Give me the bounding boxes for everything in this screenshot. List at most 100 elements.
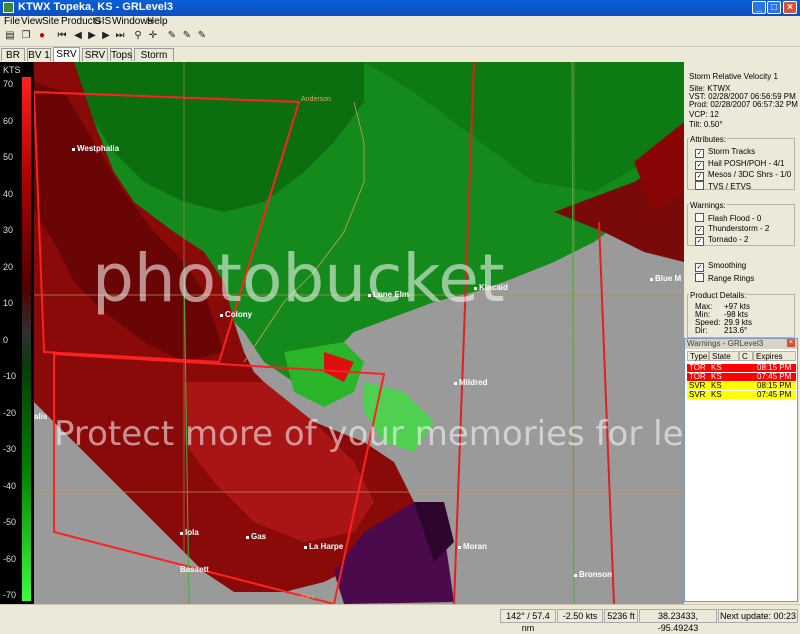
column-header[interactable]: Type bbox=[687, 351, 709, 361]
zoom-icon[interactable]: ⚲ bbox=[132, 30, 144, 42]
scale-tick-label: 70 bbox=[3, 79, 14, 89]
close-button[interactable]: × bbox=[783, 1, 797, 14]
tvs-checkbox[interactable]: TVS / ETVS bbox=[695, 181, 751, 191]
tilt-info: Tilt: 0.50° bbox=[689, 120, 723, 129]
menu-site[interactable]: Site bbox=[42, 16, 59, 27]
next-frame-icon[interactable]: ▶ bbox=[100, 30, 112, 42]
scale-tick-label: -30 bbox=[3, 444, 17, 454]
detail-key: Dir: bbox=[695, 326, 708, 335]
tool-icon[interactable]: ✎ bbox=[166, 30, 178, 42]
product-name: Storm Relative Velocity 1 bbox=[689, 72, 778, 81]
warning-row[interactable]: TOR KS 08:15 PM bbox=[687, 364, 796, 372]
warning-cell-expires: 08:15 PM bbox=[757, 363, 792, 372]
status-velocity: -2.50 kts bbox=[557, 609, 603, 623]
scale-color-bar bbox=[22, 77, 31, 601]
city-label: Gas bbox=[246, 532, 266, 541]
minimize-button[interactable]: _ bbox=[752, 1, 766, 14]
scale-tick-label: 10 bbox=[3, 298, 14, 308]
tool-icon[interactable]: ✎ bbox=[196, 30, 208, 42]
city-label: alis bbox=[34, 412, 48, 421]
storm-tracks-checkbox[interactable]: ✓ Storm Tracks bbox=[695, 147, 755, 158]
scale-tick-label: -50 bbox=[3, 517, 17, 527]
warnings-window-titlebar[interactable]: Warnings - GRLevel3 × bbox=[685, 339, 797, 349]
warning-row[interactable]: TOR KS 07:45 PM bbox=[687, 373, 796, 381]
radar-map[interactable]: Anderson Allen Westphalia Colony Lone El… bbox=[34, 62, 684, 604]
range-rings-checkbox[interactable]: Range Rings bbox=[695, 273, 754, 283]
scale-tick-label: -70 bbox=[3, 590, 17, 600]
scale-tick-label: 20 bbox=[3, 261, 14, 272]
app-icon bbox=[3, 2, 14, 13]
column-header[interactable]: C bbox=[739, 351, 753, 361]
scale-tick-label: 50 bbox=[3, 152, 14, 162]
county-label: Allen bbox=[300, 594, 316, 601]
warnings-table-header: Type State C Expires bbox=[687, 351, 796, 361]
warnings-title: Warnings: bbox=[689, 201, 727, 210]
tab-srv4[interactable]: SRV 4 bbox=[82, 48, 108, 74]
tab-bv1[interactable]: BV 1 bbox=[27, 48, 51, 61]
warnings-close-icon[interactable]: × bbox=[787, 339, 795, 347]
city-label: Lone Elm bbox=[368, 290, 409, 299]
first-frame-icon[interactable]: ⏮ bbox=[56, 30, 68, 42]
window-title: KTWX Topeka, KS - GRLevel3 bbox=[18, 1, 174, 13]
hail-checkbox[interactable]: ✓ Hail POSH/POH - 4/1 bbox=[695, 159, 784, 170]
copy-icon[interactable]: ❐ bbox=[20, 30, 32, 42]
scale-tick-label: 40 bbox=[3, 188, 14, 199]
warning-cell-type: SVR bbox=[689, 390, 706, 399]
maximize-button[interactable]: □ bbox=[767, 1, 781, 14]
warning-cell-type: TOR bbox=[689, 372, 706, 381]
tab-srv1[interactable]: SRV 1 bbox=[53, 47, 80, 73]
scale-tick-label: -10 bbox=[3, 371, 17, 381]
warning-cell-type: TOR bbox=[689, 363, 706, 372]
city-label: Kincaid bbox=[474, 283, 508, 292]
toolbar: ▤ ❐ ● ⏮ ◀ ▶ ▶ ⏭ ⚲ ✛ ✎ ✎ ✎ bbox=[0, 28, 800, 47]
warning-cell-state: KS bbox=[711, 363, 722, 372]
title-bar: KTWX Topeka, KS - GRLevel3 _ □ × bbox=[0, 0, 800, 16]
scale-tick-label: 30 bbox=[3, 225, 14, 235]
city-label: La Harpe bbox=[304, 542, 343, 551]
scale-tick-label: 60 bbox=[3, 115, 14, 126]
menu-bar: File View Site Products GIS Windows Help bbox=[0, 16, 800, 28]
warning-cell-type: SVR bbox=[689, 381, 706, 390]
flash-flood-checkbox[interactable]: Flash Flood - 0 bbox=[695, 213, 761, 223]
menu-help[interactable]: Help bbox=[147, 16, 168, 27]
city-label: Westphalia bbox=[72, 144, 119, 153]
tornado-checkbox[interactable]: ✓ Tornado - 2 bbox=[695, 235, 748, 246]
mesos-checkbox[interactable]: ✓ Mesos / 3DC Shrs - 1/0 bbox=[695, 170, 791, 181]
menu-view[interactable]: View bbox=[21, 16, 43, 27]
warning-cell-expires: 08:15 PM bbox=[757, 381, 792, 390]
open-icon[interactable]: ▤ bbox=[4, 30, 16, 42]
city-label: Mildred bbox=[454, 378, 487, 387]
column-header[interactable]: State bbox=[709, 351, 739, 361]
smoothing-checkbox[interactable]: ✓ Smoothing bbox=[695, 261, 746, 272]
vcp-info: VCP: 12 bbox=[689, 110, 719, 119]
record-icon[interactable]: ● bbox=[36, 30, 48, 42]
status-altitude: 5236 ft bbox=[604, 609, 638, 623]
warning-row[interactable]: SVR KS 07:45 PM bbox=[687, 391, 796, 399]
scale-tick-label: 0 bbox=[3, 334, 9, 345]
warnings-window[interactable]: Warnings - GRLevel3 × Type State C Expir… bbox=[684, 338, 798, 602]
column-header[interactable]: Expires bbox=[753, 351, 796, 361]
scale-tick-label: -20 bbox=[3, 407, 17, 418]
menu-file[interactable]: File bbox=[4, 16, 20, 27]
warning-cell-expires: 07:45 PM bbox=[757, 390, 792, 399]
tab-br1[interactable]: BR 1 bbox=[1, 48, 25, 74]
warning-cell-state: KS bbox=[711, 390, 722, 399]
detail-value: 213.6° bbox=[724, 326, 748, 335]
status-next-update: Next update: 00:23 bbox=[718, 609, 798, 623]
info-panel: Storm Relative Velocity 1 Site: KTWX VST… bbox=[684, 62, 800, 342]
prev-frame-icon[interactable]: ◀ bbox=[72, 30, 84, 42]
last-frame-icon[interactable]: ⏭ bbox=[114, 30, 126, 42]
city-label: Bronson bbox=[574, 570, 612, 579]
tab-tops[interactable]: Tops bbox=[110, 48, 132, 61]
pan-icon[interactable]: ✛ bbox=[147, 30, 159, 42]
play-icon[interactable]: ▶ bbox=[86, 30, 98, 42]
attributes-title: Attributes: bbox=[689, 135, 728, 144]
thunderstorm-checkbox[interactable]: ✓ Thunderstorm - 2 bbox=[695, 224, 769, 235]
warning-row[interactable]: SVR KS 08:15 PM bbox=[687, 382, 796, 390]
menu-gis[interactable]: GIS bbox=[94, 16, 111, 27]
city-label: Moran bbox=[458, 542, 487, 551]
tool-icon[interactable]: ✎ bbox=[181, 30, 193, 42]
county-label: Anderson bbox=[301, 96, 331, 103]
tab-storm-rain[interactable]: Storm Rain bbox=[134, 48, 174, 74]
city-label: Iola bbox=[180, 528, 199, 537]
